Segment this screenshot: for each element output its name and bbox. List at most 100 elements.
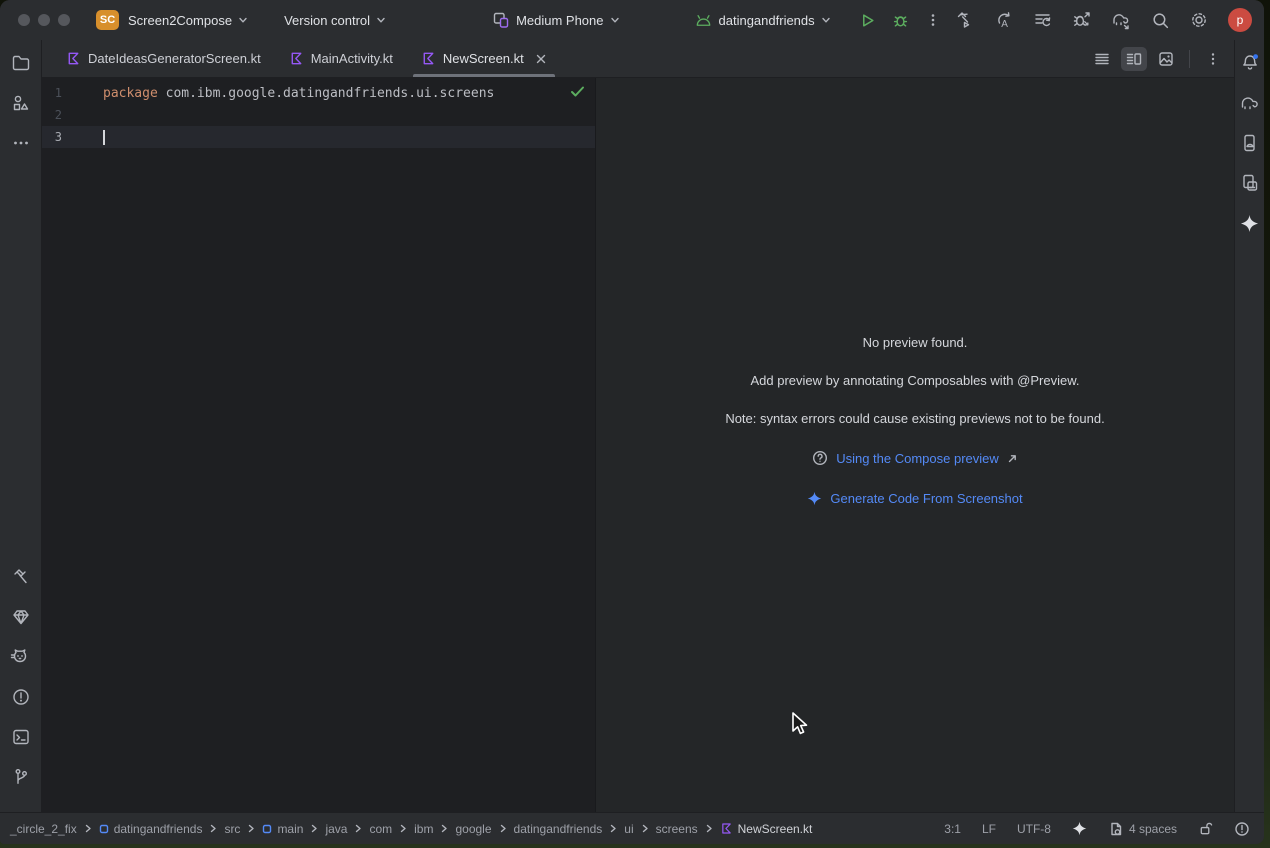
editor-tabbar: DateIdeasGeneratorScreen.kt MainActivity…	[42, 40, 1234, 78]
search-everywhere-button[interactable]	[1151, 11, 1170, 30]
breadcrumb-item[interactable]: ui	[622, 822, 635, 836]
gemini-sparkle-icon	[1072, 821, 1087, 836]
build-tool-button[interactable]	[8, 564, 34, 590]
more-tool-windows-button[interactable]	[8, 130, 34, 156]
code-line-2[interactable]: 2	[42, 104, 595, 126]
kotlin-file-icon	[289, 51, 304, 66]
logcat-tool-button[interactable]	[8, 644, 34, 670]
divider	[1189, 50, 1190, 68]
line-ending-widget[interactable]: LF	[982, 822, 996, 836]
kebab-menu-icon	[925, 12, 941, 28]
tab-mainactivity[interactable]: MainActivity.kt	[275, 40, 407, 77]
problems-icon	[11, 687, 31, 707]
logcat-icon	[10, 647, 31, 667]
chevron-right-icon	[354, 824, 362, 833]
file-lock-widget[interactable]	[1198, 821, 1213, 836]
running-devices-button[interactable]	[1237, 130, 1263, 156]
close-tab-icon[interactable]	[535, 53, 547, 65]
gemini-tool-button[interactable]	[1237, 210, 1263, 236]
design-view-button[interactable]	[1153, 47, 1179, 71]
build-hammer-icon	[955, 10, 975, 30]
run-configuration-label: datingandfriends	[719, 13, 815, 28]
notifications-button[interactable]	[1237, 50, 1263, 76]
more-actions-button[interactable]	[925, 12, 941, 28]
line-number[interactable]: 2	[42, 108, 62, 122]
gradle-sync-button[interactable]	[1111, 10, 1132, 30]
chevron-right-icon	[609, 824, 617, 833]
device-manager-button[interactable]	[1237, 170, 1263, 196]
code-line-1[interactable]: 1 package com.ibm.google.datingandfriend…	[42, 82, 595, 104]
help-circle-icon	[812, 450, 828, 466]
chevron-down-icon	[238, 15, 248, 25]
tab-newscreen[interactable]: NewScreen.kt	[407, 40, 561, 77]
project-folder-icon	[11, 53, 31, 73]
attach-debugger-button[interactable]	[1072, 10, 1092, 30]
breadcrumb-item-file[interactable]: NewScreen.kt	[718, 822, 815, 836]
generate-code-from-screenshot-link[interactable]: Generate Code From Screenshot	[830, 491, 1022, 506]
breadcrumb-item[interactable]: ibm	[412, 822, 435, 836]
inspections-status-widget[interactable]	[1234, 821, 1250, 837]
settings-button[interactable]	[1189, 10, 1209, 30]
breadcrumb-item[interactable]: _circle_2_fix	[8, 822, 79, 836]
project-tool-button[interactable]	[8, 50, 34, 76]
device-selector[interactable]: Medium Phone	[492, 11, 619, 29]
breadcrumb-item[interactable]: com	[367, 822, 394, 836]
line-number[interactable]: 3	[42, 130, 62, 144]
gemini-status-button[interactable]	[1072, 821, 1087, 836]
kotlin-file-icon	[66, 51, 81, 66]
breadcrumb-item[interactable]: src	[222, 822, 242, 836]
chevron-right-icon	[209, 824, 217, 833]
maximize-window-button[interactable]	[58, 14, 70, 26]
profile-avatar[interactable]: p	[1228, 8, 1252, 32]
project-badge: SC	[96, 10, 119, 30]
terminal-tool-button[interactable]	[8, 724, 34, 750]
gradle-tool-button[interactable]	[1237, 90, 1263, 116]
encoding-widget[interactable]: UTF-8	[1017, 822, 1051, 836]
breadcrumb-item[interactable]: java	[323, 822, 349, 836]
titlebar: SC Screen2Compose Version control Medium…	[0, 0, 1264, 40]
problems-tool-button[interactable]	[8, 684, 34, 710]
compose-preview-docs-link[interactable]: Using the Compose preview	[836, 451, 999, 466]
indent-config-icon	[1108, 821, 1124, 837]
minimize-window-button[interactable]	[38, 14, 50, 26]
chevron-right-icon	[247, 824, 255, 833]
run-button[interactable]	[859, 12, 876, 29]
tab-label: NewScreen.kt	[443, 51, 524, 66]
breadcrumb-item[interactable]: main	[260, 822, 305, 836]
close-window-button[interactable]	[18, 14, 30, 26]
breadcrumb-item[interactable]: datingandfriends	[512, 822, 605, 836]
split-view-icon	[1125, 50, 1143, 68]
code-editor[interactable]: 1 package com.ibm.google.datingandfriend…	[42, 78, 596, 812]
build-icon	[11, 567, 31, 587]
resource-manager-tool-button[interactable]	[8, 90, 34, 116]
device-selector-label: Medium Phone	[516, 13, 603, 28]
apply-changes-button[interactable]: A	[994, 10, 1014, 30]
settings-gear-icon	[1189, 10, 1209, 30]
tab-options-button[interactable]	[1200, 47, 1226, 71]
indent-widget[interactable]: 4 spaces	[1108, 821, 1177, 837]
chevron-down-icon	[610, 15, 620, 25]
breadcrumb-item[interactable]: screens	[654, 822, 700, 836]
kebab-menu-icon	[1205, 51, 1221, 67]
run-configuration-selector[interactable]: datingandfriends	[694, 13, 831, 28]
terminal-icon	[11, 727, 31, 747]
app-quality-insights-tool-button[interactable]	[8, 604, 34, 630]
caret-position-widget[interactable]: 3:1	[944, 822, 961, 836]
code-view-button[interactable]	[1089, 47, 1115, 71]
split-view-button[interactable]	[1121, 47, 1147, 71]
version-control-tool-button[interactable]	[8, 764, 34, 790]
running-devices-icon	[1240, 133, 1260, 153]
code-text	[158, 86, 166, 101]
debug-button[interactable]	[892, 12, 909, 29]
chevron-right-icon	[440, 824, 448, 833]
version-control-menu[interactable]: Version control	[284, 13, 386, 28]
inspections-widget[interactable]	[570, 85, 585, 102]
line-number[interactable]: 1	[42, 86, 62, 100]
tab-dateideasgeneratorscreen[interactable]: DateIdeasGeneratorScreen.kt	[52, 40, 275, 77]
apply-code-changes-button[interactable]	[1033, 10, 1053, 30]
build-project-button[interactable]	[955, 10, 975, 30]
project-selector[interactable]: Screen2Compose	[128, 13, 248, 28]
code-line-3[interactable]: 3	[42, 126, 595, 148]
breadcrumb-item[interactable]: google	[453, 822, 493, 836]
breadcrumb-item[interactable]: datingandfriends	[97, 822, 205, 836]
